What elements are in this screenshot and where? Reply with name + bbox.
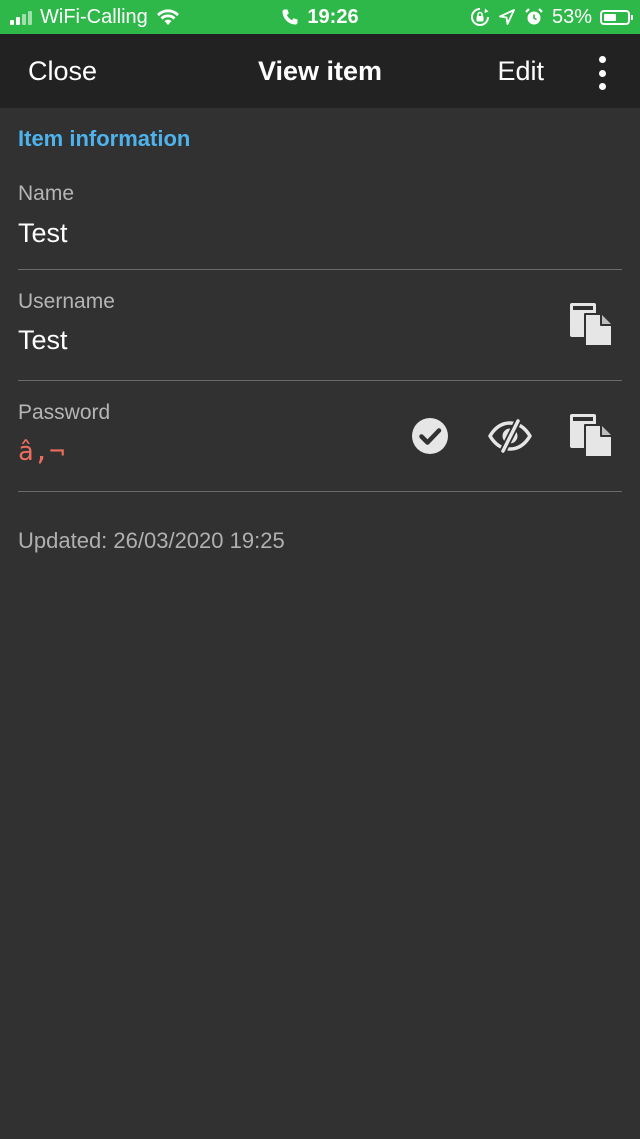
copy-icon bbox=[570, 414, 613, 458]
section-title: Item information bbox=[18, 126, 191, 151]
eye-slash-icon bbox=[488, 419, 532, 453]
password-field: Password â‚¬ bbox=[18, 381, 622, 492]
check-password-button[interactable] bbox=[410, 416, 450, 456]
name-label: Name bbox=[18, 182, 75, 205]
battery-icon bbox=[600, 9, 633, 25]
username-label: Username bbox=[18, 290, 115, 313]
battery-percent: 53% bbox=[551, 5, 592, 28]
updated-timestamp: Updated: 26/03/2020 19:25 bbox=[18, 528, 285, 553]
password-value[interactable]: â‚¬ bbox=[18, 437, 65, 467]
status-right: 53% bbox=[470, 0, 633, 34]
status-bar: WiFi-Calling 19:26 53% bbox=[0, 0, 640, 34]
wifi-icon bbox=[156, 9, 179, 25]
signal-bars-icon bbox=[10, 9, 32, 25]
password-label: Password bbox=[18, 401, 111, 424]
close-button[interactable]: Close bbox=[28, 34, 97, 108]
battery-fill bbox=[604, 13, 616, 21]
more-vertical-icon[interactable] bbox=[594, 56, 610, 90]
username-value[interactable]: Test bbox=[18, 325, 68, 356]
carrier-label: WiFi-Calling bbox=[40, 5, 148, 28]
edit-button[interactable]: Edit bbox=[497, 34, 544, 108]
status-left: WiFi-Calling bbox=[10, 0, 180, 34]
location-icon bbox=[499, 9, 515, 25]
name-value[interactable]: Test bbox=[18, 218, 68, 249]
alarm-icon bbox=[525, 8, 543, 25]
username-field: Username Test bbox=[18, 270, 622, 381]
toggle-password-visibility-button[interactable] bbox=[486, 418, 534, 454]
phone-icon bbox=[282, 9, 298, 25]
navigation-bar: Close View item Edit bbox=[0, 34, 640, 108]
status-time: 19:26 bbox=[307, 5, 359, 28]
name-field: Name Test bbox=[18, 170, 622, 270]
copy-icon bbox=[570, 303, 613, 347]
copy-password-button[interactable] bbox=[568, 413, 614, 459]
screen-lock-icon bbox=[471, 8, 489, 26]
check-circle-icon bbox=[412, 418, 448, 454]
copy-username-button[interactable] bbox=[568, 302, 614, 348]
